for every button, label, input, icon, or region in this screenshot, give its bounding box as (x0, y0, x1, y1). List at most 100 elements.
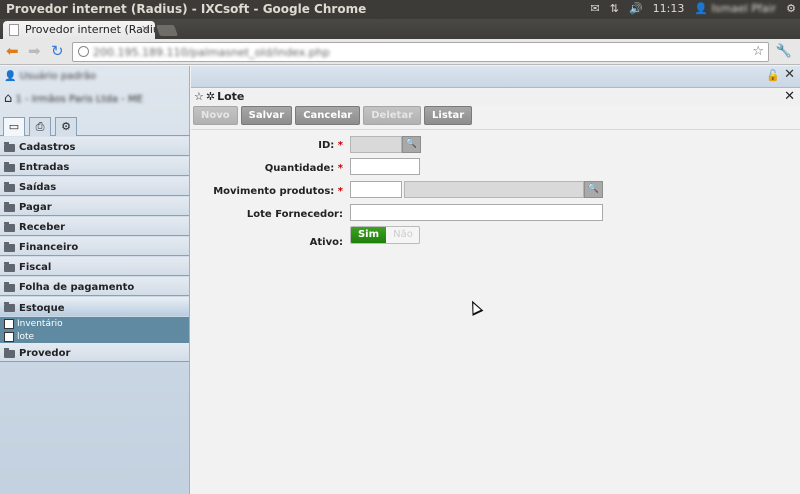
menu-label: Financeiro (19, 242, 79, 253)
document-icon (4, 318, 14, 329)
security-icon (78, 46, 89, 57)
bookmark-star-icon[interactable]: ☆ (752, 44, 764, 59)
mouse-cursor-icon (466, 298, 484, 316)
sidebar: 👤 Usuário padrão ⌂ 1 - Irmãos Paris Ltda… (0, 66, 190, 494)
divider (191, 129, 800, 130)
clock[interactable]: 11:13 (653, 2, 685, 15)
address-bar[interactable]: 200.195.189.110/palmasnet_old/index.php … (72, 42, 769, 62)
sidebar-item-cadastros[interactable]: Cadastros (0, 137, 189, 156)
lote-fornecedor-field[interactable] (350, 204, 603, 221)
volume-icon[interactable]: 🔊 (629, 2, 643, 15)
ativo-on[interactable]: Sim (351, 227, 386, 243)
delete-button[interactable]: Deletar (363, 106, 422, 125)
browser-tab[interactable]: Provedor internet (Radius) × (3, 21, 155, 39)
folder-icon (4, 141, 15, 152)
panel-header: ☆ ✲ Lote ✕ (191, 89, 800, 105)
list-button[interactable]: Listar (424, 106, 473, 125)
sidebar-item-saidas[interactable]: Saídas (0, 177, 189, 196)
folder-icon (4, 181, 15, 192)
sidebar-item-pagar[interactable]: Pagar (0, 197, 189, 216)
sidebar-item-provedor[interactable]: Provedor (0, 343, 189, 362)
movimento-id-field[interactable] (350, 181, 402, 198)
ativo-off[interactable]: Não (386, 227, 419, 243)
panel-close-icon[interactable]: ✕ (784, 89, 795, 104)
current-company[interactable]: ⌂ 1 - Irmãos Paris Ltda - ME (4, 91, 184, 109)
reload-icon[interactable]: ↻ (51, 43, 64, 59)
sidebar-item-receber[interactable]: Receber (0, 217, 189, 236)
tab-settings[interactable]: ⚙ (55, 117, 77, 136)
panel-title: ☆ ✲ Lote (194, 90, 244, 103)
new-tab-button[interactable] (155, 25, 179, 36)
user-indicator[interactable]: 👤 Ismael Pfair (694, 2, 776, 15)
sidebar-tabs: ▭ ⎙ ⚙ (0, 114, 190, 136)
tab-print[interactable]: ⎙ (29, 117, 51, 136)
submenu-item-inventario[interactable]: Inventário (0, 317, 189, 330)
cancel-button[interactable]: Cancelar (295, 106, 361, 125)
gear-icon[interactable]: ⚙ (786, 2, 796, 15)
search-icon: 🔍 (405, 139, 418, 149)
sidebar-menu: Cadastros Entradas Saídas Pagar Receber … (0, 137, 189, 363)
required-mark: * (337, 186, 343, 197)
current-user-name: Usuário padrão (19, 71, 97, 82)
folder-icon (4, 201, 15, 212)
menu-label: Entradas (19, 162, 70, 173)
sidebar-item-entradas[interactable]: Entradas (0, 157, 189, 176)
required-mark: * (337, 140, 343, 151)
print-icon: ⎙ (35, 120, 45, 133)
id-label: ID: * (193, 140, 343, 151)
quantidade-label-text: Quantidade: (264, 163, 335, 174)
quantidade-label: Quantidade: * (193, 163, 343, 174)
close-all-icon[interactable]: ✕ (784, 67, 795, 82)
submenu-label: lote (17, 331, 35, 342)
star-icon[interactable]: ☆ (194, 90, 204, 103)
movimento-search-button[interactable]: 🔍 (584, 181, 603, 198)
forward-arrow-icon[interactable]: ➡ (28, 43, 41, 59)
home-icon: ⌂ (4, 91, 13, 106)
tab-title: Provedor internet (Radius) (25, 23, 155, 36)
mail-icon[interactable]: ✉ (591, 2, 600, 15)
panel-buttons: Novo Salvar Cancelar Deletar Listar (193, 106, 473, 126)
folder-icon (4, 221, 15, 232)
unlock-icon[interactable]: 🔓 (766, 69, 780, 82)
quantidade-field[interactable] (350, 158, 420, 175)
tab-window[interactable]: ▭ (3, 117, 25, 136)
sidebar-item-financeiro[interactable]: Financeiro (0, 237, 189, 256)
menu-label: Saídas (19, 182, 57, 193)
folder-icon (4, 347, 15, 358)
menu-label: Pagar (19, 202, 52, 213)
id-label-text: ID: (318, 140, 335, 151)
current-user: 👤 Usuário padrão (4, 71, 184, 87)
os-top-panel: Provedor internet (Radius) - IXCsoft - G… (0, 0, 800, 19)
refresh-icon[interactable]: ✲ (206, 90, 215, 103)
menu-label: Provedor (19, 348, 71, 359)
movimento-label: Movimento produtos: * (193, 186, 343, 197)
submenu-item-lote[interactable]: lote (0, 330, 189, 343)
wrench-icon[interactable]: 🔧 (776, 44, 792, 59)
folder-icon (4, 241, 15, 252)
menu-label: Fiscal (19, 262, 52, 273)
novo-button[interactable]: Novo (193, 106, 238, 125)
folder-icon (4, 161, 15, 172)
network-icon[interactable]: ⇅ (610, 2, 619, 15)
menu-label: Folha de pagamento (19, 282, 135, 293)
sidebar-item-fiscal[interactable]: Fiscal (0, 257, 189, 276)
id-search-button[interactable]: 🔍 (402, 136, 421, 153)
sidebar-item-folha-de-pagamento[interactable]: Folha de pagamento (0, 277, 189, 296)
back-arrow-icon[interactable]: ⬅ (6, 43, 19, 59)
window-title: Provedor internet (Radius) - IXCsoft - G… (6, 2, 367, 16)
save-button[interactable]: Salvar (240, 106, 293, 125)
browser-toolbar: ⬅ ➡ ↻ 200.195.189.110/palmasnet_old/inde… (0, 39, 800, 65)
id-field[interactable] (350, 136, 402, 153)
folder-icon (4, 302, 15, 312)
movimento-label-text: Movimento produtos: (213, 186, 335, 197)
ativo-toggle[interactable]: Sim Não (350, 226, 420, 244)
os-indicators: ✉ ⇅ 🔊 11:13 👤 Ismael Pfair ⚙ (591, 2, 797, 15)
document-icon (4, 331, 14, 342)
sidebar-item-estoque[interactable]: Estoque (0, 297, 189, 316)
ativo-label: Ativo: (309, 237, 343, 248)
menu-label: Cadastros (19, 142, 76, 153)
user-icon: 👤 (4, 71, 17, 82)
movimento-description-field (404, 181, 584, 198)
estoque-submenu: Inventário lote (0, 317, 189, 343)
tab-close-icon[interactable]: × (141, 22, 150, 35)
